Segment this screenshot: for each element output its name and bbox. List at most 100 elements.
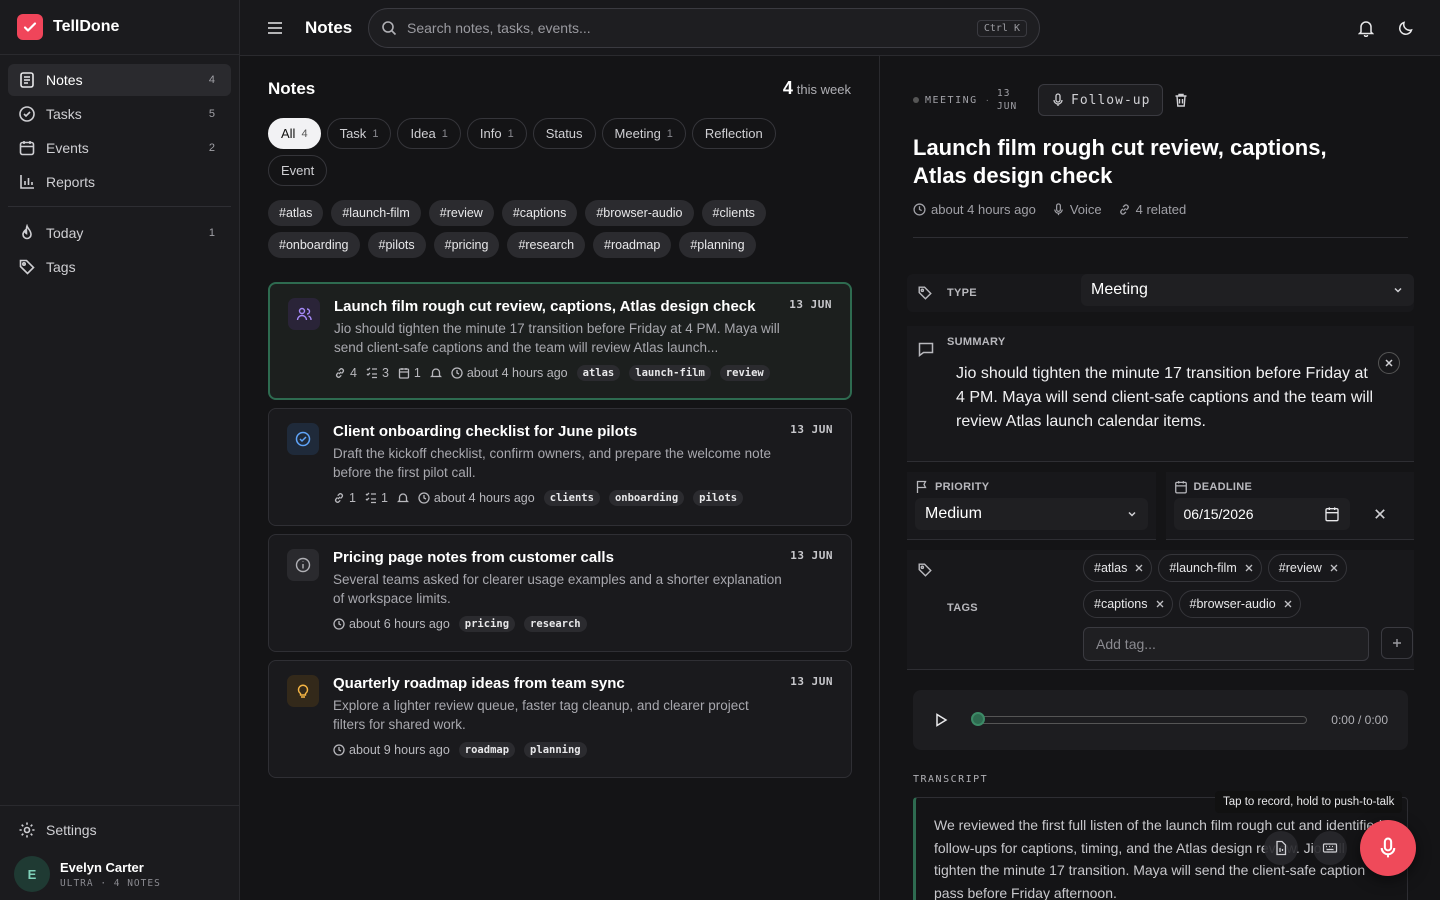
audio-player: 0:00 / 0:00: [913, 690, 1408, 750]
add-tag-input[interactable]: [1096, 636, 1356, 652]
tag-filter[interactable]: #review: [428, 200, 494, 226]
deadline-field: DEADLINE 06/15/2026: [1165, 472, 1414, 540]
menu-icon[interactable]: [265, 18, 285, 38]
play-icon[interactable]: [933, 712, 949, 728]
remove-tag-icon[interactable]: [1245, 564, 1253, 572]
filter-task[interactable]: Task 1: [326, 118, 392, 149]
sidebar-item-tasks[interactable]: Tasks 5: [8, 98, 231, 130]
subtask-icon: [366, 367, 378, 379]
filter-info[interactable]: Info 1: [466, 118, 527, 149]
tag-chip[interactable]: #browser-audio: [1178, 590, 1301, 618]
sidebar-item-notes[interactable]: Notes 4: [8, 64, 231, 96]
tag-icon: [18, 258, 36, 276]
sidebar-footer: Settings E Evelyn Carter ULTRA · 4 NOTES: [0, 805, 239, 900]
remove-tag-icon[interactable]: [1135, 564, 1143, 572]
sidebar-item-label: Notes: [46, 72, 83, 88]
tag-chip[interactable]: #atlas: [1083, 554, 1153, 582]
tags-label: TAGS: [947, 602, 978, 614]
tag-filter[interactable]: #research: [507, 232, 586, 258]
type-select[interactable]: Meeting: [1081, 274, 1414, 306]
clear-summary-icon[interactable]: [1378, 352, 1400, 374]
tag-filter[interactable]: #captions: [501, 200, 578, 226]
note-tag: atlas: [576, 365, 621, 381]
sidebar-item-count: 2: [208, 142, 215, 154]
tag-chip[interactable]: #launch-film: [1158, 554, 1262, 582]
filter-status[interactable]: Status: [532, 118, 596, 149]
note-meta: 1 1 about 4 hours ago clients onboarding…: [333, 490, 833, 506]
upload-audio-button[interactable]: [1264, 831, 1298, 865]
tag-filter[interactable]: #pilots: [367, 232, 426, 258]
brand[interactable]: TellDone: [0, 0, 239, 55]
priority-label: PRIORITY: [935, 481, 990, 493]
filter-meeting[interactable]: Meeting 1: [601, 118, 686, 149]
add-tag-button[interactable]: [1381, 627, 1413, 659]
tag-filter[interactable]: #roadmap: [593, 232, 672, 258]
remove-tag-icon[interactable]: [1330, 564, 1338, 572]
note-card[interactable]: Quarterly roadmap ideas from team sync 1…: [268, 660, 852, 778]
search-shortcut: Ctrl K: [976, 19, 1027, 37]
note-card[interactable]: Pricing page notes from customer calls 1…: [268, 534, 852, 652]
tag-text: #browser-audio: [1189, 597, 1276, 611]
scrubber-handle[interactable]: [971, 712, 985, 726]
priority-value: Medium: [925, 505, 982, 522]
note-time: about 6 hours ago: [349, 617, 450, 631]
note-card[interactable]: Client onboarding checklist for June pil…: [268, 408, 852, 526]
keyboard-input-button[interactable]: [1313, 831, 1347, 865]
tag-filter[interactable]: #atlas: [268, 200, 324, 226]
note-card[interactable]: Launch film rough cut review, captions, …: [268, 282, 852, 400]
sidebar-item-today[interactable]: Today 1: [8, 217, 231, 249]
remove-tag-icon[interactable]: [1284, 600, 1292, 608]
subtask-count: 1: [380, 491, 388, 505]
summary-field: SUMMARY Jio should tighten the minute 17…: [907, 326, 1414, 462]
record-button[interactable]: [1360, 820, 1416, 876]
user-plan: ULTRA · 4 NOTES: [60, 877, 161, 889]
clear-deadline-icon[interactable]: [1374, 508, 1386, 520]
bell-icon: [396, 492, 409, 504]
remove-tag-icon[interactable]: [1156, 600, 1164, 608]
filter-label: Status: [545, 126, 583, 141]
filter-all[interactable]: All 4: [268, 118, 321, 149]
user-profile[interactable]: E Evelyn Carter ULTRA · 4 NOTES: [8, 848, 231, 892]
sidebar-item-events[interactable]: Events 2: [8, 132, 231, 164]
audio-scrubber[interactable]: [971, 712, 1308, 726]
tag-filter[interactable]: #pricing: [433, 232, 500, 258]
priority-select[interactable]: Medium: [915, 498, 1148, 530]
deadline-input[interactable]: 06/15/2026: [1173, 498, 1350, 530]
priority-field: PRIORITY Medium: [907, 472, 1156, 540]
related-link[interactable]: 4 related: [1136, 202, 1187, 217]
summary-text[interactable]: Jio should tighten the minute 17 transit…: [956, 362, 1376, 434]
calendar-picker-icon[interactable]: [1324, 506, 1340, 522]
tag-filter[interactable]: #clients: [701, 200, 766, 226]
lightbulb-icon: [287, 675, 319, 707]
tag-chip[interactable]: #review: [1267, 554, 1347, 582]
sidebar-item-label: Tasks: [46, 106, 82, 122]
search-input[interactable]: [407, 20, 967, 36]
keyboard-icon: [1322, 840, 1338, 856]
follow-up-button[interactable]: Follow-up: [1038, 84, 1164, 116]
tag-chip[interactable]: #captions: [1083, 590, 1173, 618]
tag-text: #review: [1278, 561, 1322, 575]
search-bar: Ctrl K: [368, 8, 1040, 48]
sidebar-item-settings[interactable]: Settings: [8, 814, 231, 846]
note-title: Pricing page notes from customer calls: [333, 549, 614, 566]
bell-icon[interactable]: [1356, 18, 1376, 38]
filter-event[interactable]: Event: [268, 155, 328, 186]
note-title: Launch film rough cut review, captions, …: [334, 298, 756, 315]
page-title: Notes: [305, 17, 353, 37]
tag-filter[interactable]: #onboarding: [268, 232, 360, 258]
main-nav: Notes 4 Tasks 5 Events 2 Reports Today 1…: [0, 55, 239, 294]
tag-filter[interactable]: #browser-audio: [585, 200, 694, 226]
filter-idea[interactable]: Idea 1: [397, 118, 461, 149]
search-icon: [381, 20, 397, 36]
moon-icon[interactable]: [1396, 18, 1416, 38]
priority-deadline-row: PRIORITY Medium DEADLINE 06/15/2026: [907, 472, 1414, 540]
trash-icon[interactable]: [1173, 92, 1189, 108]
tag-list: #atlas #launch-film #review #captions #b…: [1083, 554, 1383, 618]
tag-filter[interactable]: #planning: [679, 232, 756, 258]
filter-reflection[interactable]: Reflection: [691, 118, 776, 149]
sidebar-item-tags[interactable]: Tags: [8, 251, 231, 283]
transcript-label: TRANSCRIPT: [913, 774, 989, 785]
filter-label: Idea: [410, 126, 436, 141]
sidebar-item-reports[interactable]: Reports: [8, 166, 231, 198]
tag-filter[interactable]: #launch-film: [331, 200, 421, 226]
